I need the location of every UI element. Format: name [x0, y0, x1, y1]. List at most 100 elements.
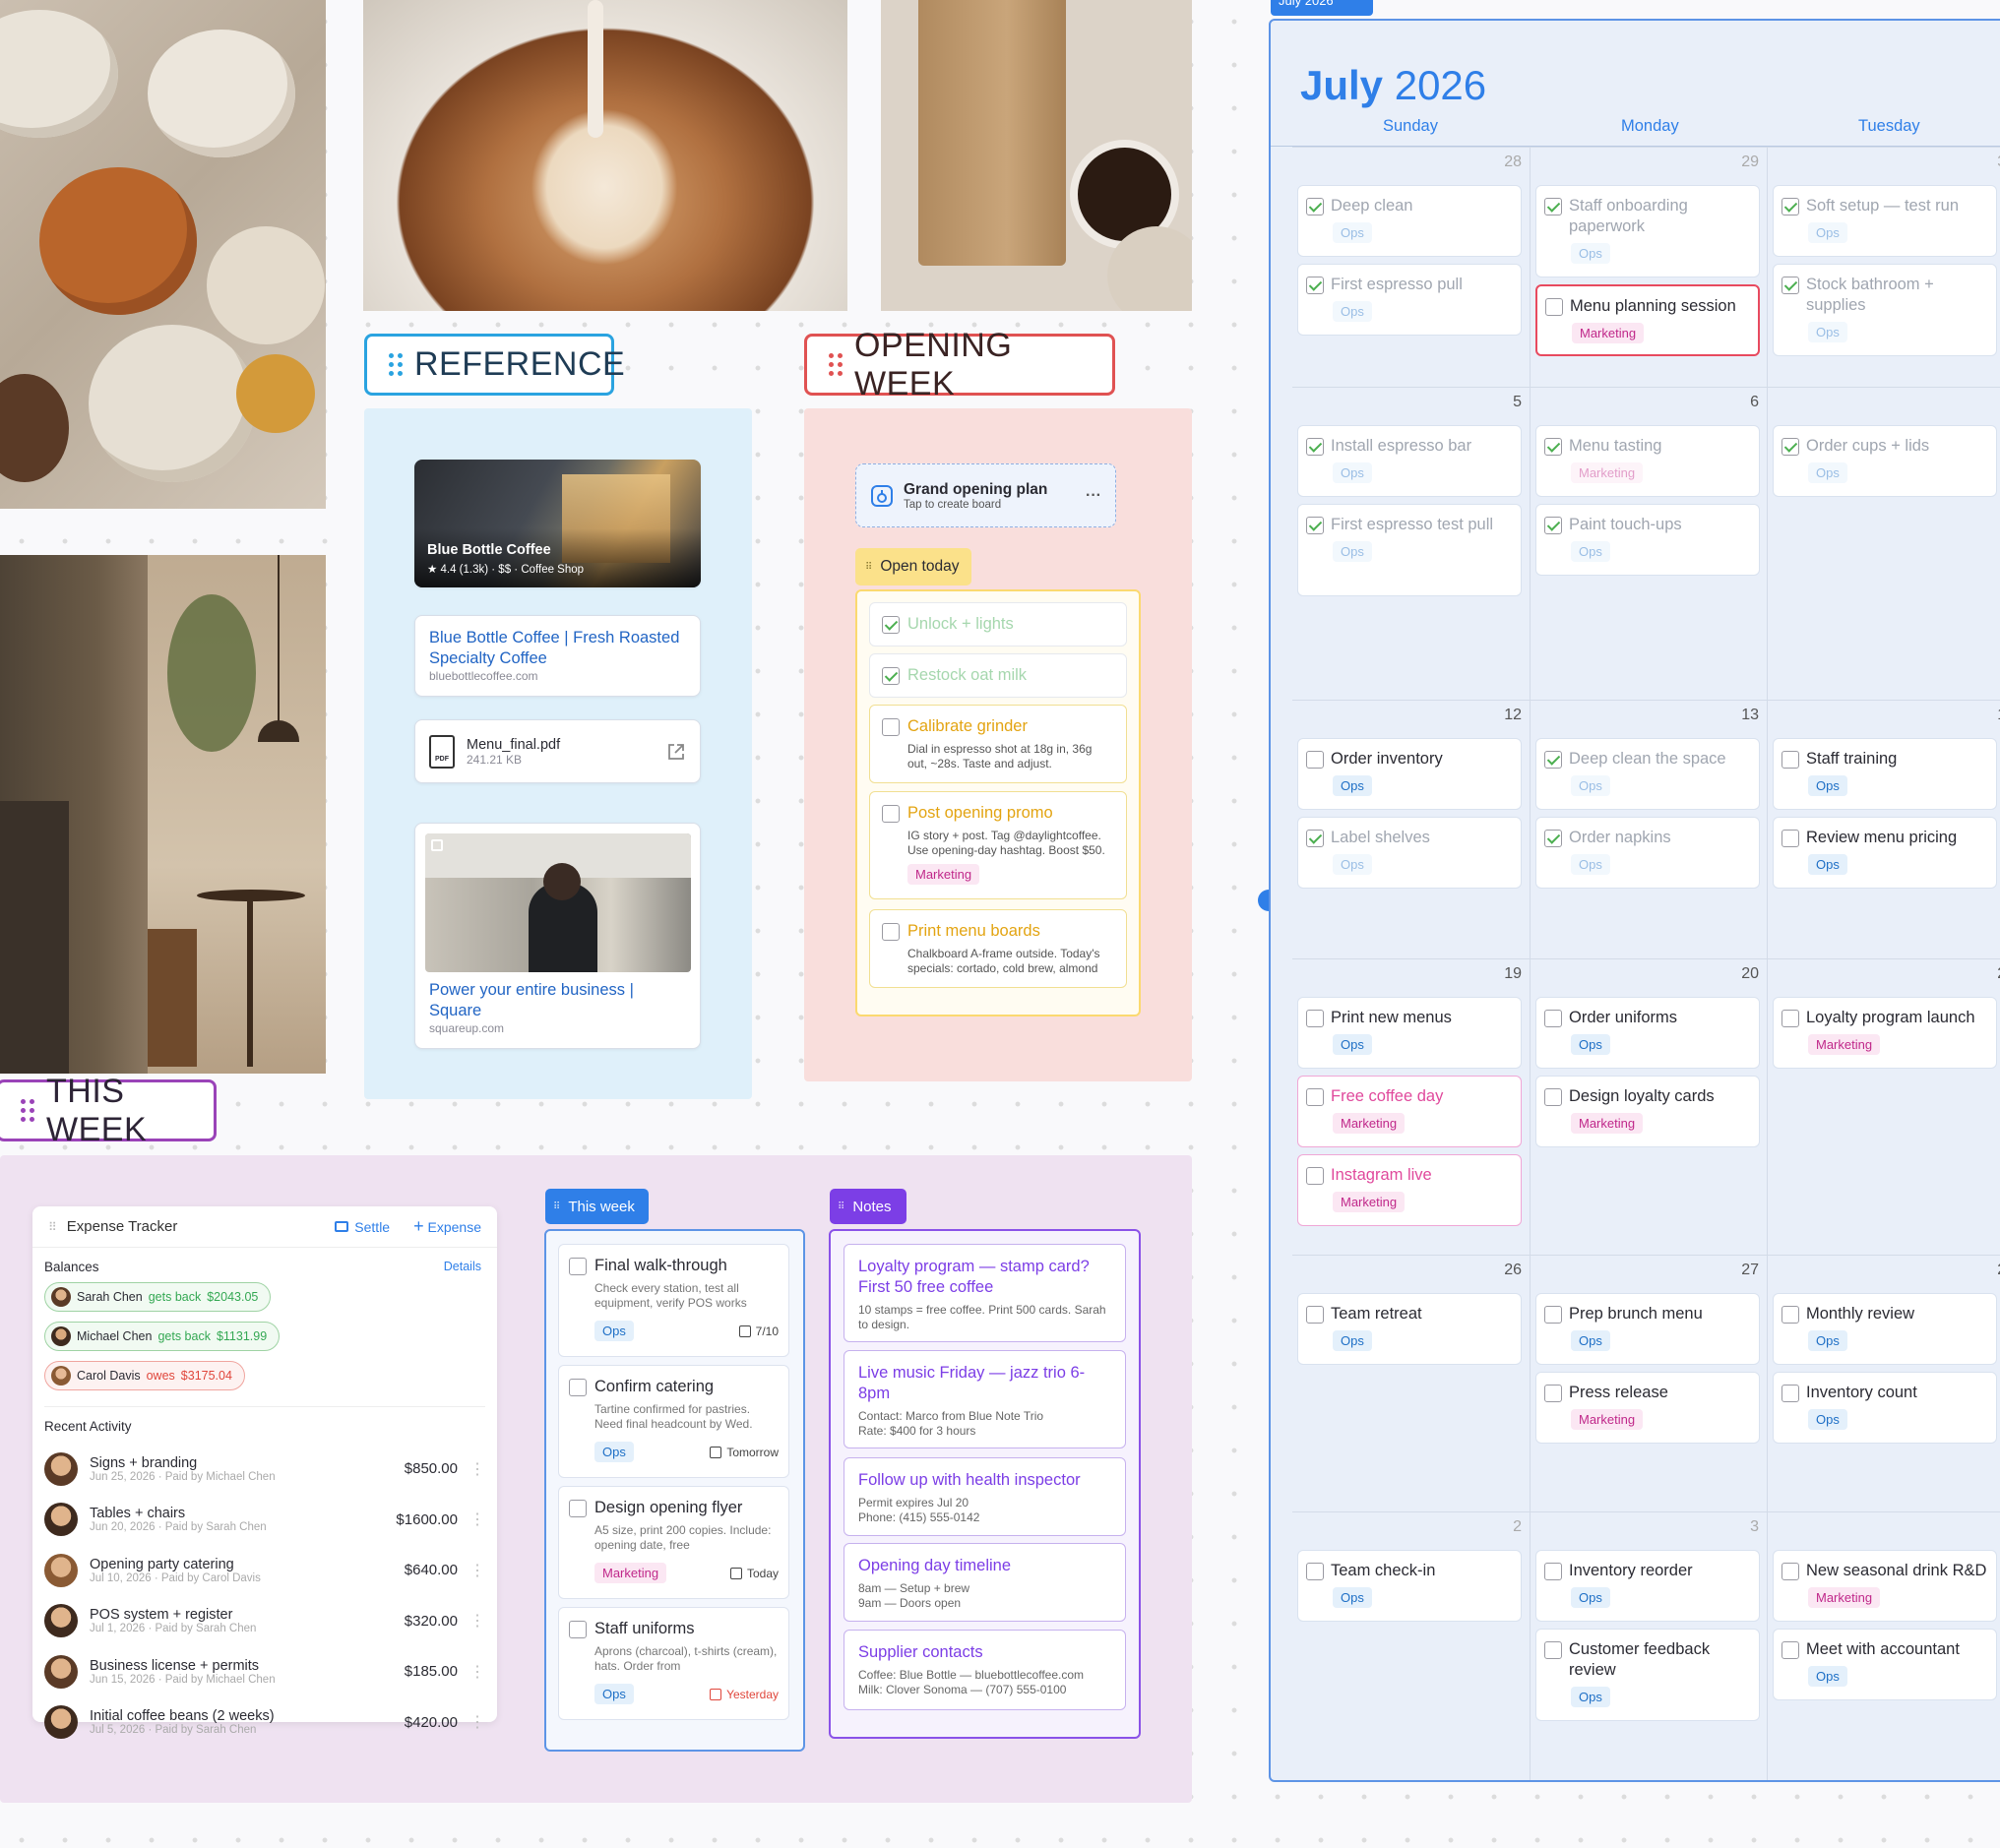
calendar-event[interactable]: Stock bathroom + supplies Ops: [1773, 264, 1997, 356]
checkbox[interactable]: [882, 922, 900, 941]
tag-ops[interactable]: Ops: [1333, 854, 1372, 875]
checkbox[interactable]: [1306, 1167, 1324, 1185]
calendar-event[interactable]: First espresso pull Ops: [1297, 264, 1522, 336]
calendar-day-cell[interactable]: 7Order cups + lidsOps: [1768, 387, 2000, 700]
tag-ops[interactable]: Ops: [1333, 222, 1372, 243]
tag-ops[interactable]: Ops: [1808, 222, 1847, 243]
calendar-day-cell[interactable]: 21Loyalty program launchMarketing: [1768, 958, 2000, 1255]
task-card[interactable]: Final walk-through Check every station, t…: [558, 1244, 789, 1357]
task-card[interactable]: Print menu boards Chalkboard A-frame out…: [869, 909, 1127, 988]
list-title-open-today[interactable]: ⠿ Open today: [855, 548, 971, 585]
tag-ops[interactable]: Ops: [1808, 775, 1847, 796]
due-date[interactable]: Today: [729, 1567, 779, 1580]
note-card[interactable]: Supplier contacts Coffee: Blue Bottle — b…: [844, 1630, 1126, 1710]
file-card[interactable]: PDF Menu_final.pdf 241.21 KB: [414, 719, 701, 783]
more-icon[interactable]: ⋮: [469, 1509, 485, 1529]
tag-ops[interactable]: Ops: [1808, 462, 1847, 483]
tag-ops[interactable]: Ops: [1571, 1034, 1610, 1055]
calendar-day-cell[interactable]: 19 Print new menus Ops Free coffee day Marke…: [1292, 958, 1531, 1255]
checkbox[interactable]: [882, 666, 900, 685]
note-card[interactable]: Loyalty program — stamp card? First 50 f…: [844, 1244, 1126, 1342]
calendar-day-cell[interactable]: 28Monthly reviewOpsInventory countOps: [1768, 1255, 2000, 1511]
checkbox[interactable]: [1781, 830, 1799, 847]
calendar-event[interactable]: Deep clean the space Ops: [1535, 738, 1760, 810]
calendar-event[interactable]: Team retreat Ops: [1297, 1293, 1522, 1365]
calendar-event[interactable]: Print new menus Ops: [1297, 997, 1522, 1069]
calendar-event[interactable]: Order napkins Ops: [1535, 817, 1760, 889]
balance-chip[interactable]: Michael Chen gets back $1131.99: [44, 1322, 281, 1351]
calendar-event[interactable]: Free coffee day Marketing: [1297, 1076, 1522, 1147]
activity-row[interactable]: POS system + register Jul 1, 2026 · Paid …: [44, 1596, 485, 1647]
checkbox[interactable]: [1544, 830, 1562, 847]
checkbox[interactable]: [1781, 1385, 1799, 1402]
place-card[interactable]: Blue Bottle Coffee ★ 4.4 (1.3k) · $$ · C…: [414, 460, 701, 587]
calendar-day-cell[interactable]: 13 Deep clean the space Ops Order napkins Op…: [1531, 700, 1768, 958]
link-card-bluebottle[interactable]: Blue Bottle Coffee | Fresh Roasted Speci…: [414, 615, 701, 697]
tag-marketing[interactable]: Marketing: [1571, 1409, 1644, 1430]
calendar-event[interactable]: New seasonal drink R&D Marketing: [1773, 1550, 1997, 1622]
activity-row[interactable]: Initial coffee beans (2 weeks) Jul 5, 202…: [44, 1697, 485, 1749]
drag-handle-icon[interactable]: [829, 353, 843, 376]
calendar-event[interactable]: Monthly review Ops: [1773, 1293, 1997, 1365]
task-card[interactable]: Calibrate grinder Dial in espresso shot …: [869, 705, 1127, 783]
calendar-day-cell[interactable]: 20 Order uniforms Ops Design loyalty cards M…: [1531, 958, 1768, 1255]
calendar-tab[interactable]: July 2026: [1271, 0, 1373, 16]
checkbox[interactable]: [1544, 1641, 1562, 1659]
calendar-event[interactable]: Inventory reorder Ops: [1535, 1550, 1760, 1622]
calendar-event[interactable]: Press release Marketing: [1535, 1372, 1760, 1444]
calendar-event[interactable]: Order uniforms Ops: [1535, 997, 1760, 1069]
calendar-event[interactable]: Menu planning session Marketing: [1535, 284, 1760, 356]
more-icon[interactable]: ⋮: [469, 1611, 485, 1631]
calendar-event[interactable]: Loyalty program launch Marketing: [1773, 997, 1997, 1069]
calendar-day-cell[interactable]: 26 Team retreat Ops: [1292, 1255, 1531, 1511]
checkbox[interactable]: [1781, 751, 1799, 769]
task-card[interactable]: Staff uniforms Aprons (charcoal), t-shirt…: [558, 1607, 789, 1720]
tag-ops[interactable]: Ops: [1571, 775, 1610, 796]
section-header-reference[interactable]: REFERENCE: [364, 334, 625, 396]
task-card[interactable]: Post opening promo IG story + post. Tag …: [869, 791, 1127, 899]
checkbox[interactable]: [1306, 1563, 1324, 1580]
checkbox[interactable]: [1781, 198, 1799, 216]
balance-chip[interactable]: Sarah Chen gets back $2043.05: [44, 1282, 272, 1312]
checkbox[interactable]: [1544, 1306, 1562, 1324]
board-card[interactable]: Grand opening plan Tap to create board ·…: [855, 463, 1116, 527]
link-title[interactable]: Blue Bottle Coffee | Fresh Roasted Speci…: [429, 628, 686, 669]
due-date[interactable]: Yesterday: [710, 1688, 779, 1701]
calendar-event[interactable]: Design loyalty cards Marketing: [1535, 1076, 1760, 1147]
calendar-event[interactable]: Prep brunch menu Ops: [1535, 1293, 1760, 1365]
checkbox[interactable]: [1544, 751, 1562, 769]
checkbox[interactable]: [1306, 1306, 1324, 1324]
tag-marketing[interactable]: Marketing: [1333, 1192, 1406, 1212]
tag-ops[interactable]: Ops: [1571, 1330, 1610, 1351]
tag-ops[interactable]: Ops: [1571, 243, 1610, 264]
tag-marketing[interactable]: Marketing: [1572, 323, 1645, 343]
checkbox[interactable]: [1306, 517, 1324, 534]
checkbox[interactable]: [1781, 1306, 1799, 1324]
checkbox[interactable]: [569, 1499, 587, 1517]
tag-ops[interactable]: Ops: [1571, 541, 1610, 562]
checkbox[interactable]: [1781, 438, 1799, 456]
calendar-event[interactable]: Customer feedback review Ops: [1535, 1629, 1760, 1721]
more-icon[interactable]: ···: [1086, 487, 1101, 505]
calendar-day-cell[interactable]: 30Soft setup — test runOpsStock bathroom…: [1768, 147, 2000, 387]
task-card[interactable]: Confirm catering Tartine confirmed for pa…: [558, 1365, 789, 1478]
checkbox[interactable]: [569, 1257, 587, 1275]
checkbox[interactable]: [1544, 1088, 1562, 1106]
tag-marketing[interactable]: Marketing: [1333, 1113, 1406, 1134]
calendar-day-cell[interactable]: 4New seasonal drink R&DMarketingMeet wit…: [1768, 1511, 2000, 1780]
checkbox[interactable]: [569, 1620, 587, 1638]
calendar-day-cell[interactable]: 14Staff trainingOpsReview menu pricingOp…: [1768, 700, 2000, 958]
activity-row[interactable]: Business license + permits Jun 15, 2026 ·…: [44, 1646, 485, 1697]
drag-handle-icon[interactable]: [21, 1099, 34, 1122]
tag-marketing[interactable]: Marketing: [1571, 462, 1644, 483]
calendar-event[interactable]: Review menu pricing Ops: [1773, 817, 1997, 889]
tag-ops[interactable]: Ops: [1333, 541, 1372, 562]
calendar-event[interactable]: Order cups + lids Ops: [1773, 425, 1997, 497]
checkbox[interactable]: [882, 804, 900, 823]
calendar-day-cell[interactable]: 2 Team check-in Ops: [1292, 1511, 1531, 1780]
activity-row[interactable]: Signs + branding Jun 25, 2026 · Paid by M…: [44, 1444, 485, 1495]
checkbox[interactable]: [882, 615, 900, 634]
tag-ops[interactable]: Ops: [1808, 1666, 1847, 1687]
due-date[interactable]: 7/10: [738, 1324, 779, 1338]
section-header-opening-week[interactable]: OPENING WEEK: [804, 327, 1115, 402]
